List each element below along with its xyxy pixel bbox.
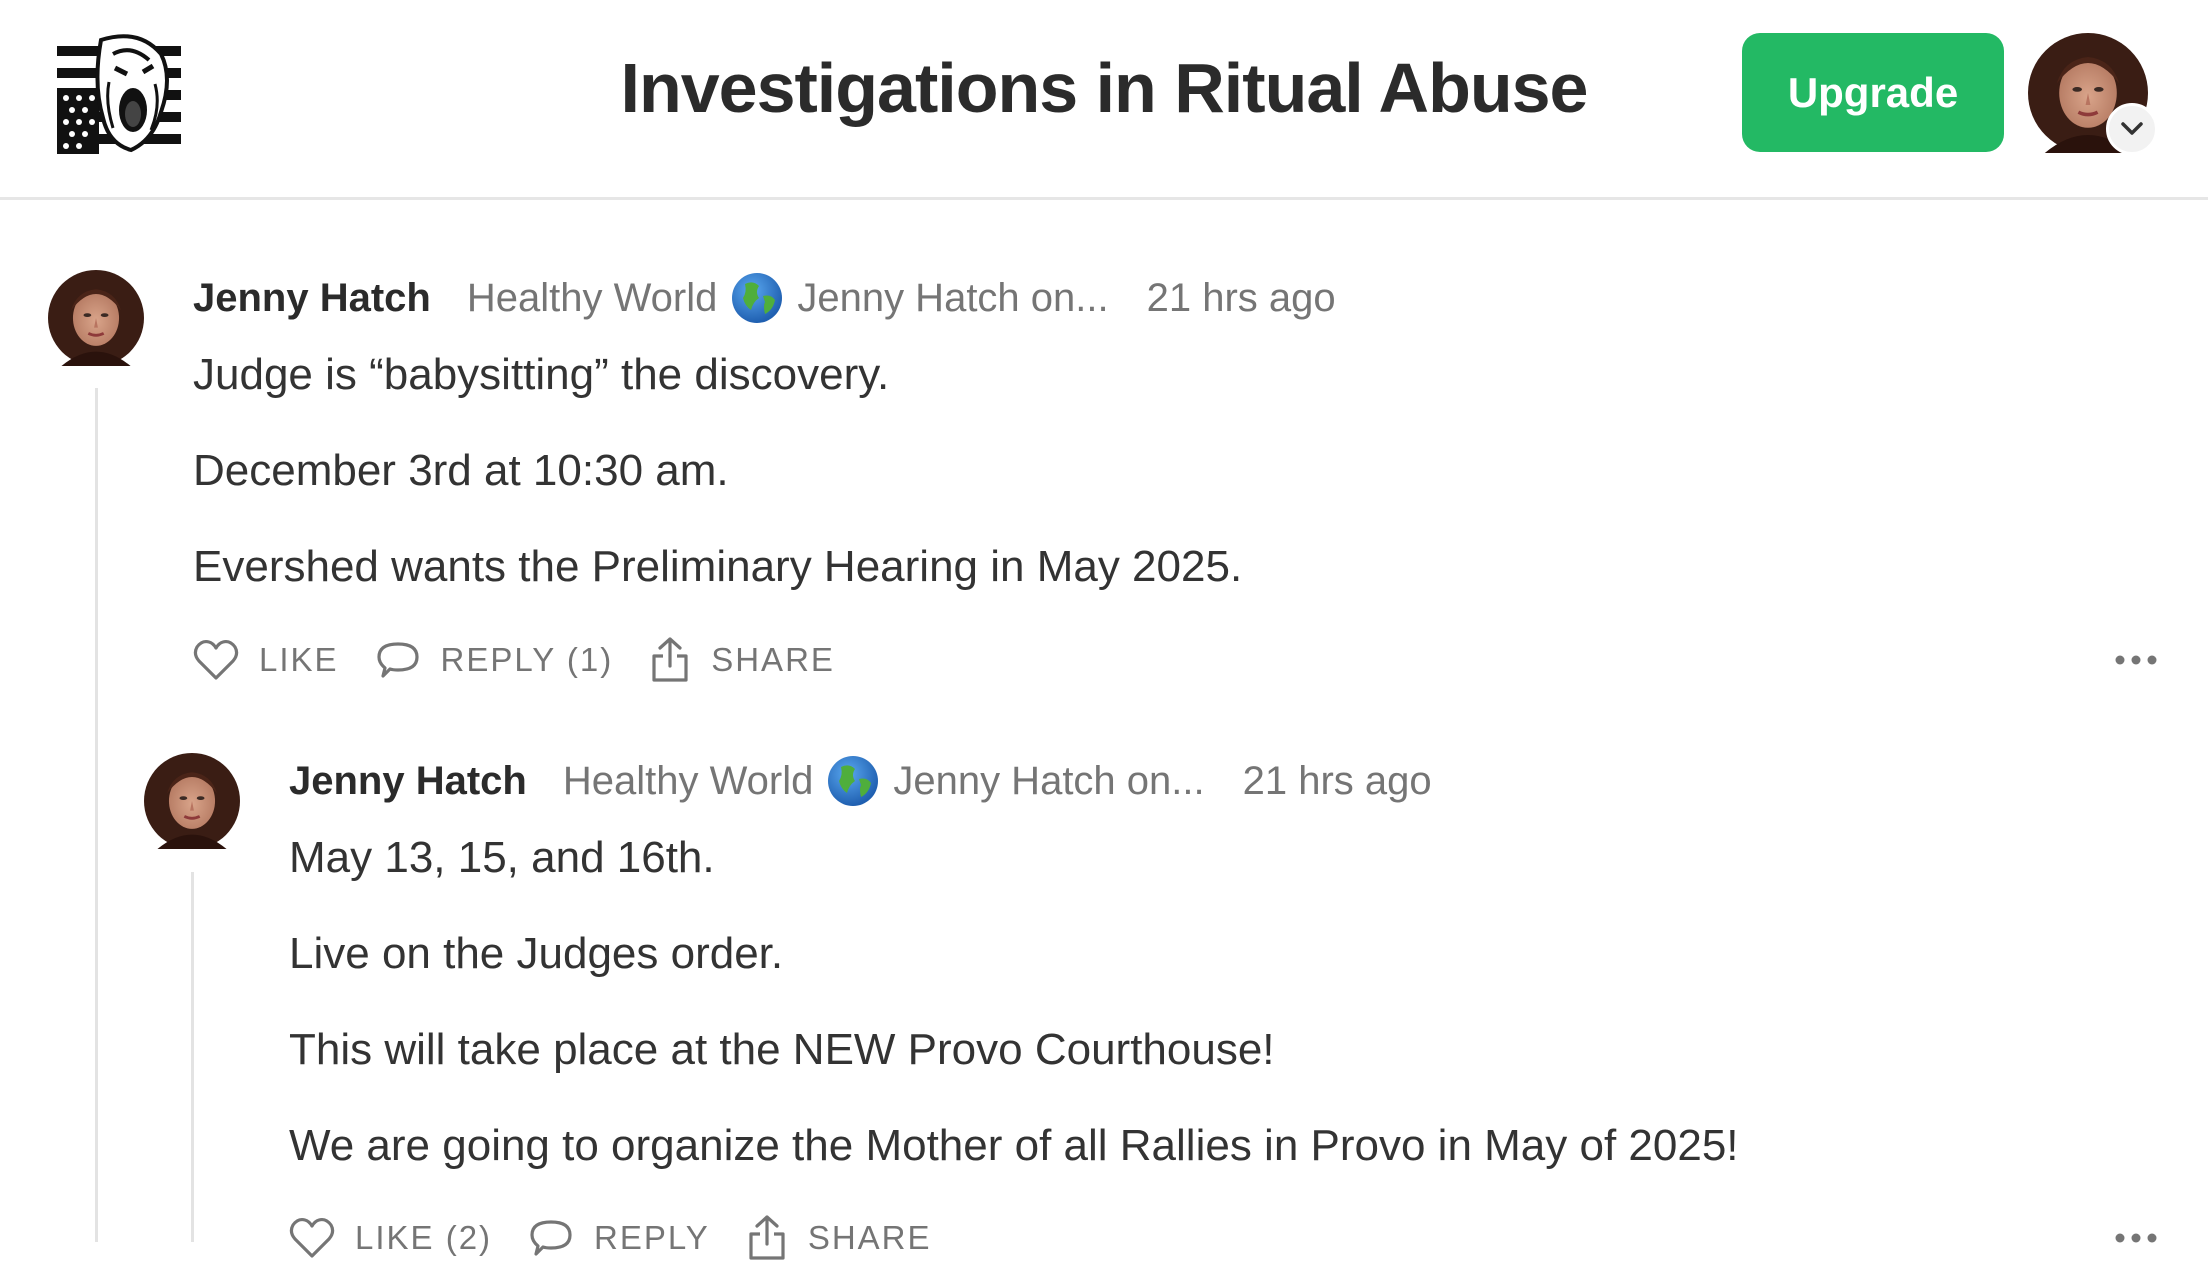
share-icon xyxy=(652,637,688,682)
more-options-icon[interactable] xyxy=(2114,654,2158,666)
reply-button[interactable]: REPLY xyxy=(528,1216,710,1260)
comment-body-line: May 13, 15, and 16th. xyxy=(289,833,715,882)
comment-actions: LIKE REPLY (1) SHARE xyxy=(193,636,871,684)
share-button[interactable]: SHARE xyxy=(746,1214,932,1262)
comment-avatar[interactable] xyxy=(144,753,240,849)
thread-line[interactable] xyxy=(191,872,194,1242)
chevron-down-icon[interactable] xyxy=(2106,103,2158,155)
comment-actions: LIKE (2) REPLY SHARE xyxy=(289,1214,968,1262)
comment-body-line: This will take place at the NEW Provo Co… xyxy=(289,1025,1275,1074)
share-icon xyxy=(749,1215,785,1260)
globe-icon xyxy=(732,273,783,323)
share-label: SHARE xyxy=(807,1219,932,1256)
comment-body-line: Evershed wants the Preliminary Hearing i… xyxy=(193,542,1243,591)
like-label: LIKE xyxy=(259,641,339,678)
like-button[interactable]: LIKE xyxy=(193,638,339,682)
comment-avatar[interactable] xyxy=(48,270,144,366)
reply-button[interactable]: REPLY (1) xyxy=(375,638,614,682)
share-label: SHARE xyxy=(711,641,835,678)
more-options-icon[interactable] xyxy=(2114,1232,2158,1244)
publication-name[interactable]: Healthy World xyxy=(467,276,717,321)
upgrade-button[interactable]: Upgrade xyxy=(1742,33,2004,152)
publication-name[interactable]: Healthy World xyxy=(563,759,813,804)
publication-suffix[interactable]: Jenny Hatch on... xyxy=(797,276,1108,321)
speech-bubble-icon xyxy=(530,1220,572,1256)
heart-icon xyxy=(289,1217,335,1258)
like-label: LIKE (2) xyxy=(355,1219,493,1256)
reply-label: REPLY xyxy=(594,1219,710,1256)
speech-bubble-icon xyxy=(376,642,419,678)
comment-meta: Jenny Hatch Healthy World Jenny Hatch on… xyxy=(193,270,1336,326)
comment-body-line: Judge is “babysitting” the discovery. xyxy=(193,350,890,399)
comment-body-line: We are going to organize the Mother of a… xyxy=(289,1121,1739,1170)
reply-label: REPLY (1) xyxy=(440,641,614,678)
comment-meta: Jenny Hatch Healthy World Jenny Hatch on… xyxy=(289,753,1432,809)
thread-line[interactable] xyxy=(95,388,98,1242)
heart-icon xyxy=(193,639,239,680)
comment-body-line: Live on the Judges order. xyxy=(289,929,784,978)
author-name[interactable]: Jenny Hatch xyxy=(193,276,431,321)
timestamp[interactable]: 21 hrs ago xyxy=(1243,759,1432,804)
header: Investigations in Ritual Abuse Upgrade xyxy=(0,0,2208,200)
timestamp[interactable]: 21 hrs ago xyxy=(1147,276,1336,321)
globe-icon xyxy=(828,756,879,806)
comment-body-line: December 3rd at 10:30 am. xyxy=(193,446,729,495)
share-button[interactable]: SHARE xyxy=(649,636,835,684)
author-name[interactable]: Jenny Hatch xyxy=(289,759,527,804)
like-button[interactable]: LIKE (2) xyxy=(289,1216,492,1260)
publication-suffix[interactable]: Jenny Hatch on... xyxy=(893,759,1204,804)
